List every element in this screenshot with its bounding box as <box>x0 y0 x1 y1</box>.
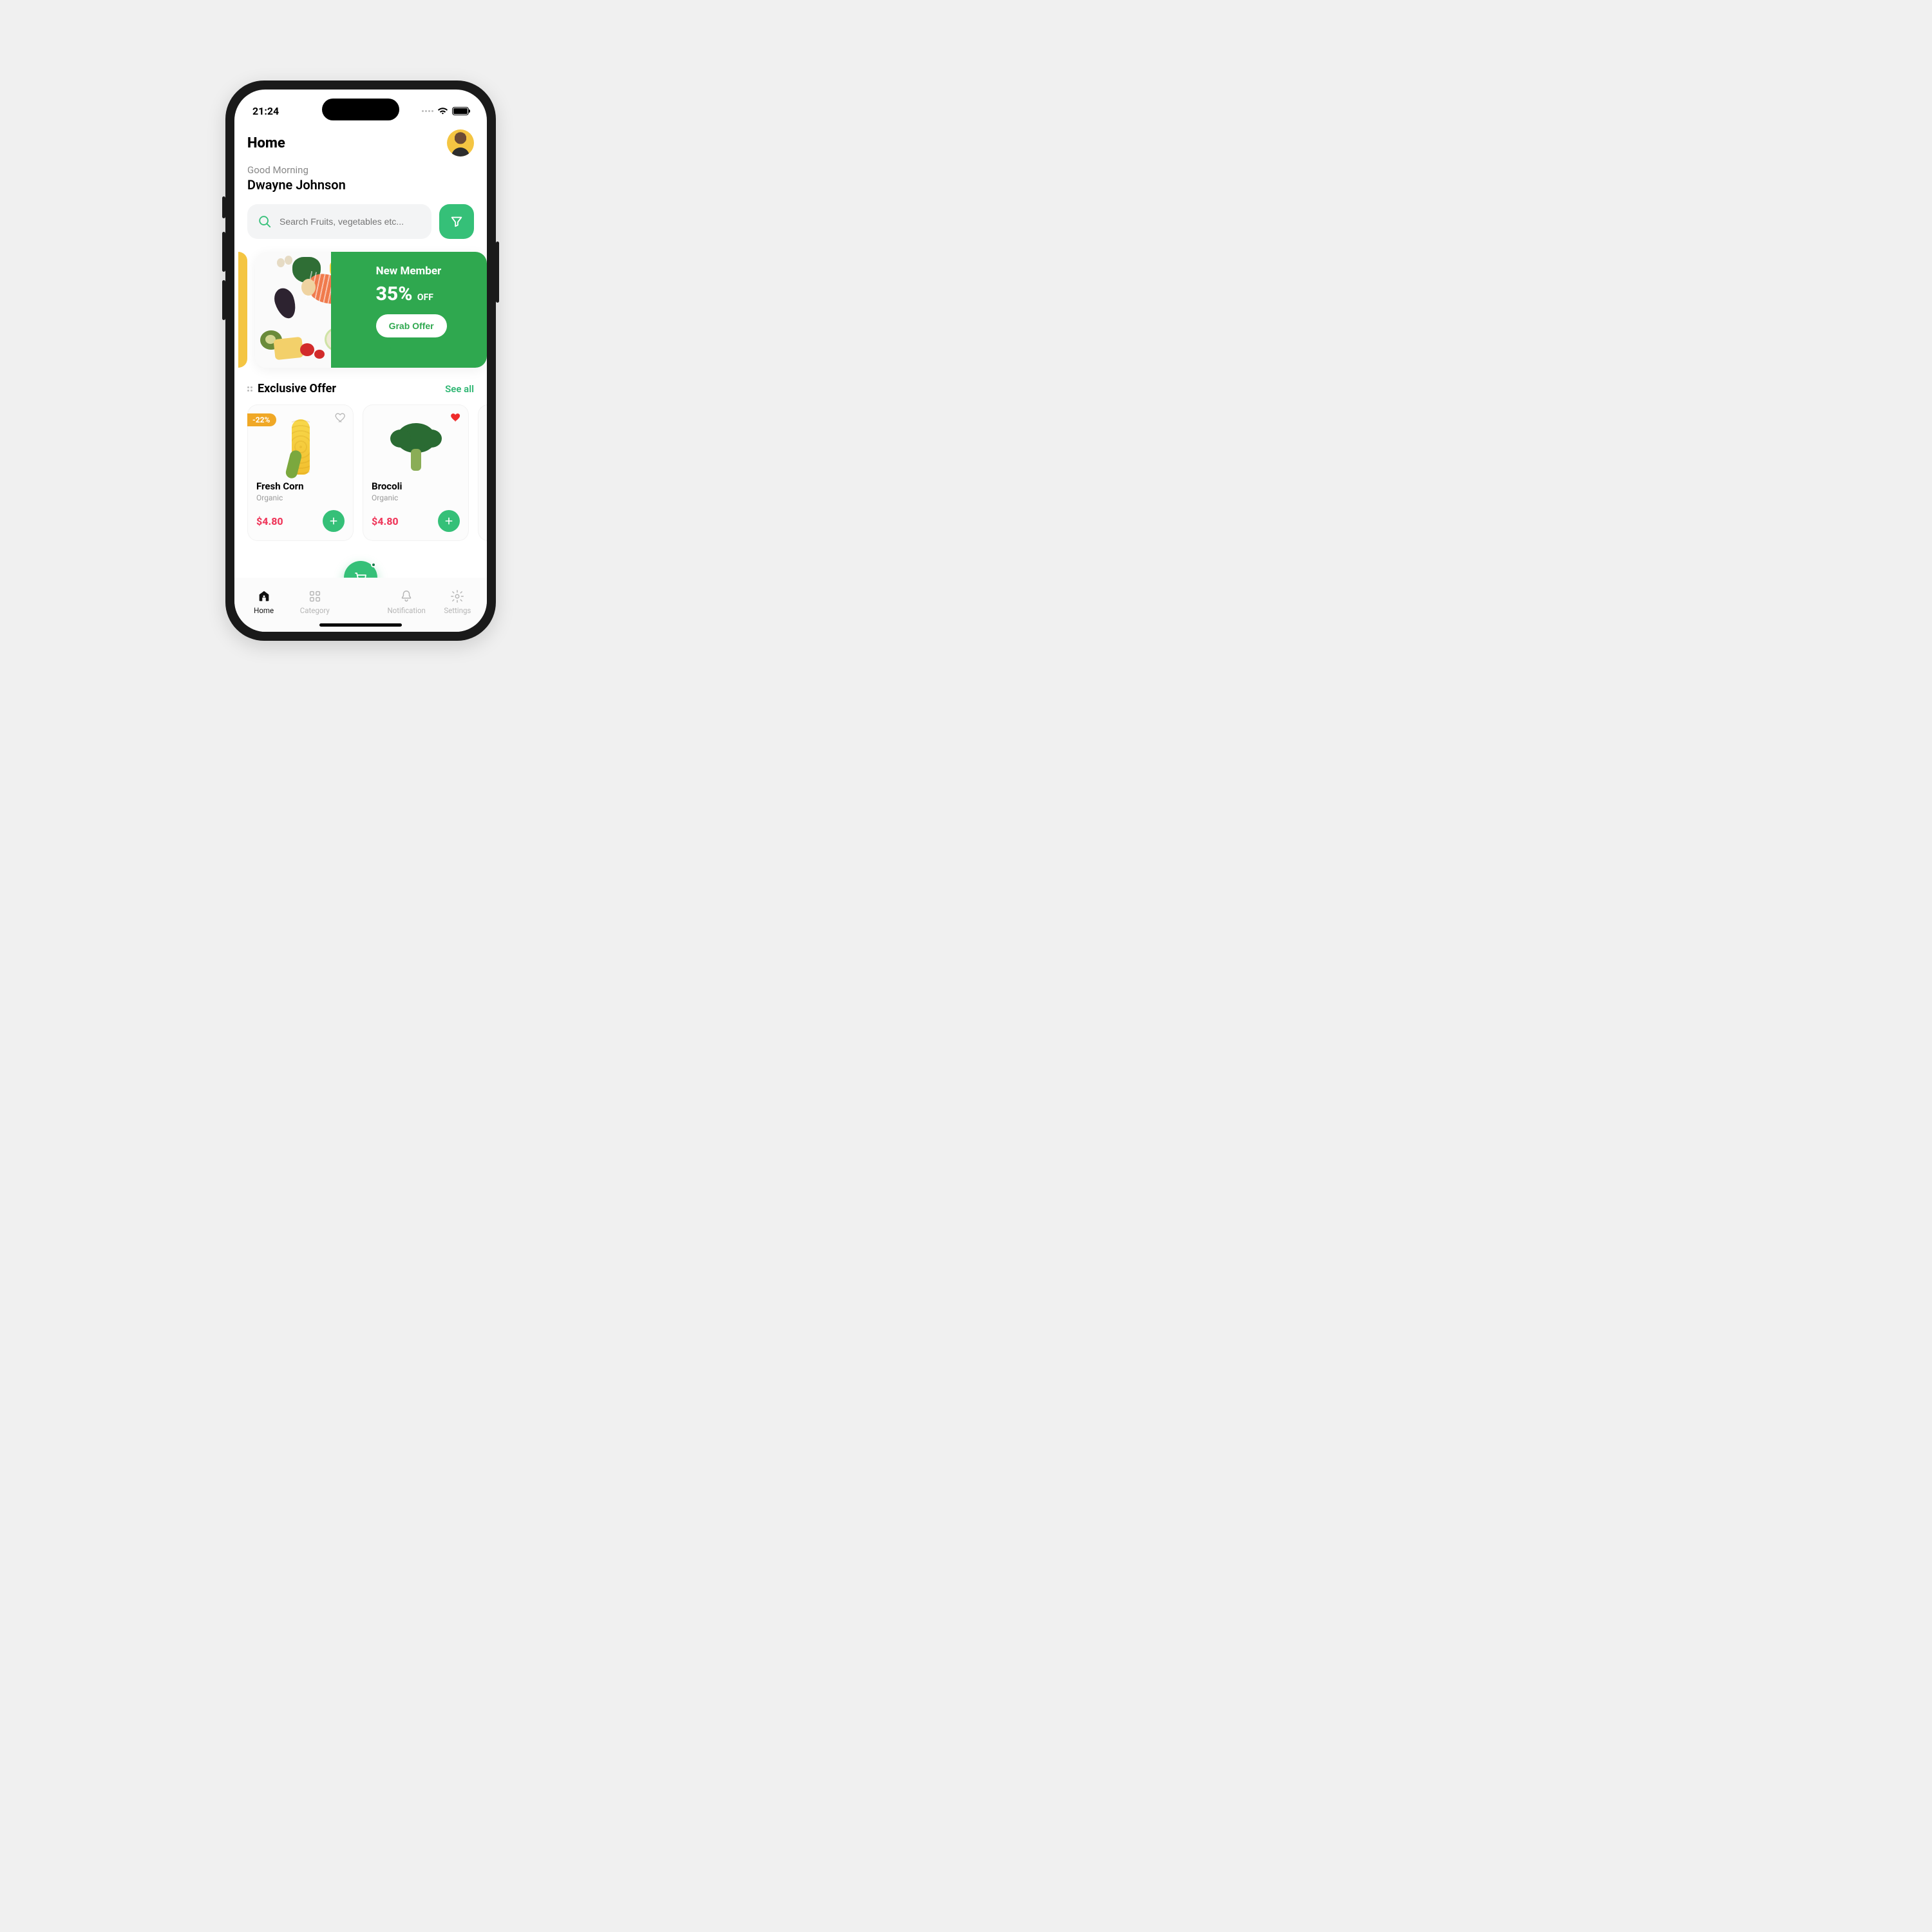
favorite-button[interactable] <box>450 411 462 424</box>
plus-icon <box>444 516 454 526</box>
product-name: Brocoli <box>372 480 460 492</box>
filter-icon <box>450 214 464 229</box>
dynamic-island <box>322 99 399 120</box>
tab-label: Category <box>300 606 330 615</box>
cellular-dots-icon <box>422 110 433 112</box>
gear-icon <box>450 589 464 603</box>
product-price: $4.80 <box>372 515 399 527</box>
plus-icon <box>328 516 339 526</box>
phone-side-button <box>222 280 225 320</box>
avatar[interactable] <box>447 129 474 156</box>
battery-icon <box>452 107 469 115</box>
tab-home[interactable]: Home <box>242 589 286 615</box>
search-input[interactable] <box>279 216 421 227</box>
product-carousel[interactable]: -22% Fresh Corn Organic $4.80 <box>247 404 487 541</box>
filter-button[interactable] <box>439 204 474 239</box>
tab-label: Home <box>254 606 274 615</box>
section-drag-icon <box>247 386 252 392</box>
promo-card-prev-peek[interactable] <box>238 252 247 368</box>
screen: 21:24 Home Good Morning Dwayne Johnson <box>234 90 487 632</box>
product-subtitle: Organic <box>372 493 460 502</box>
tab-category[interactable]: Category <box>293 589 337 615</box>
section-title: Exclusive Offer <box>247 382 336 395</box>
search-box[interactable] <box>247 204 431 239</box>
tab-settings[interactable]: Settings <box>435 589 479 615</box>
see-all-link[interactable]: See all <box>445 383 474 395</box>
grab-offer-button[interactable]: Grab Offer <box>376 314 447 337</box>
add-to-cart-button[interactable] <box>438 510 460 532</box>
phone-side-button <box>496 242 499 303</box>
home-icon <box>257 589 271 603</box>
bell-icon <box>399 589 413 603</box>
cart-badge-dot <box>371 562 376 567</box>
search-icon <box>258 214 272 229</box>
promo-carousel[interactable]: New Member 35% OFF Grab Offer <box>238 252 487 368</box>
phone-side-button <box>222 196 225 218</box>
page-title: Home <box>247 135 285 151</box>
favorite-button[interactable] <box>334 411 347 424</box>
phone-side-button <box>222 232 225 272</box>
product-subtitle: Organic <box>256 493 345 502</box>
greeting-name: Dwayne Johnson <box>247 177 474 193</box>
product-card[interactable]: Brocoli Organic $4.80 <box>363 404 469 541</box>
tab-notification[interactable]: Notification <box>384 589 428 615</box>
product-name: Fresh Corn <box>256 480 345 492</box>
phone-frame: 21:24 Home Good Morning Dwayne Johnson <box>225 80 496 641</box>
home-indicator <box>319 623 402 627</box>
discount-badge: -22% <box>247 413 276 426</box>
tab-label: Settings <box>444 606 471 615</box>
product-image <box>372 417 460 477</box>
heart-outline-icon <box>334 411 347 424</box>
promo-title: New Member <box>376 265 487 278</box>
product-card[interactable]: -22% Fresh Corn Organic $4.80 <box>247 404 354 541</box>
tab-label: Notification <box>387 606 425 615</box>
promo-card[interactable]: New Member 35% OFF Grab Offer <box>255 252 487 368</box>
wifi-icon <box>437 107 448 115</box>
add-to-cart-button[interactable] <box>323 510 345 532</box>
category-icon <box>308 589 322 603</box>
heart-filled-icon <box>450 411 462 424</box>
status-time: 21:24 <box>252 105 279 117</box>
product-card[interactable]: Pomelo F Organic $4.80 <box>478 404 487 541</box>
product-price: $4.80 <box>256 515 283 527</box>
promo-discount: 35% OFF <box>376 283 487 305</box>
greeting-small: Good Morning <box>247 164 474 176</box>
